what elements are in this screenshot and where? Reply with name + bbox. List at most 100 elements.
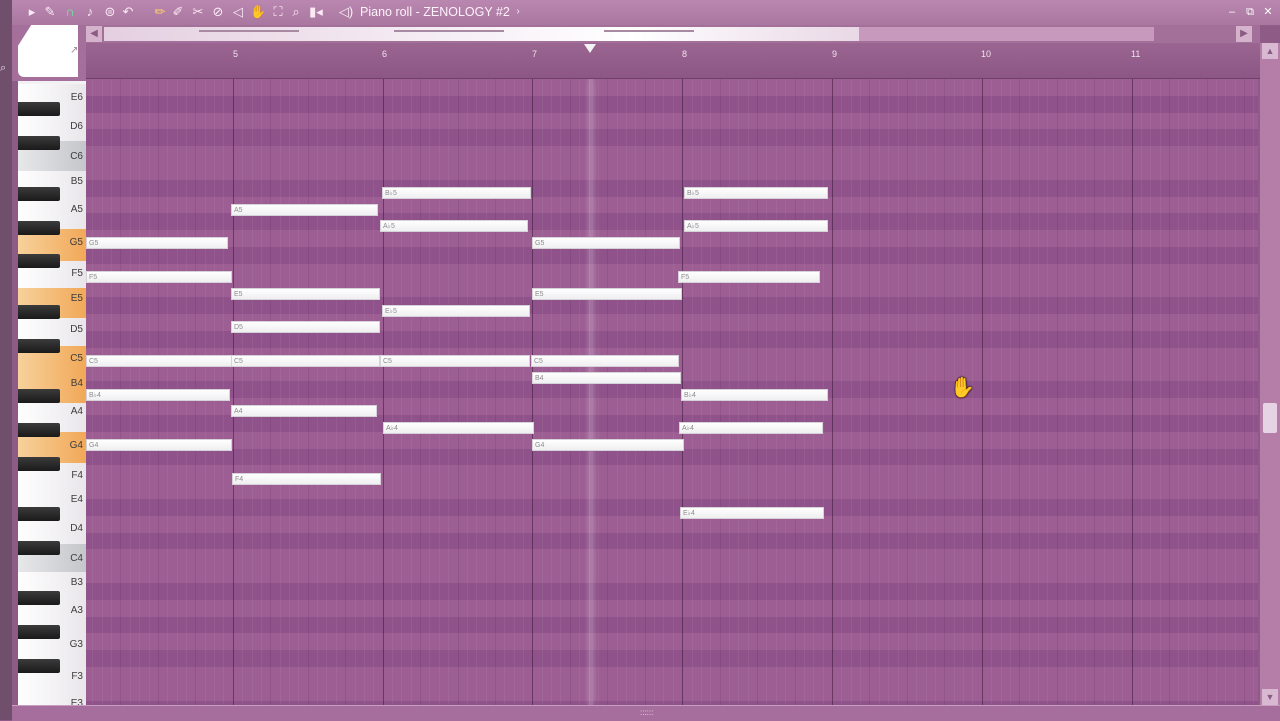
grid-line: [878, 79, 880, 705]
note[interactable]: B4: [532, 372, 681, 384]
scroll-thumb[interactable]: [104, 27, 859, 41]
bar-number: 7: [532, 49, 538, 59]
grid-line: [1056, 79, 1058, 705]
playhead-marker[interactable]: [584, 44, 596, 53]
delete-icon[interactable]: ✂: [190, 4, 206, 20]
chevron-right-icon[interactable]: ›: [510, 4, 526, 20]
black-key[interactable]: [18, 136, 60, 150]
black-key[interactable]: [18, 591, 60, 605]
horizontal-scrollbar[interactable]: ◀ ▶: [86, 25, 1260, 43]
select-icon[interactable]: ⛶: [270, 4, 286, 20]
grid-line: [1131, 79, 1133, 705]
note[interactable]: E5: [231, 288, 380, 300]
timeline-ruler[interactable]: 5 6 7 8 9 10 11: [86, 43, 1260, 79]
note-grid[interactable]: G5 F5 C5 B♭4 G4 A5 E5 D5 C5 A4 F4 B♭5 A♭…: [86, 79, 1258, 705]
note[interactable]: F5: [678, 271, 820, 283]
resize-arrow-icon[interactable]: ↗: [70, 45, 78, 56]
note[interactable]: C5: [380, 355, 530, 367]
wrench-icon[interactable]: ✎: [42, 4, 58, 20]
note[interactable]: A♭4: [679, 422, 823, 434]
scroll-left-button[interactable]: ◀: [86, 26, 102, 42]
black-key[interactable]: [18, 102, 60, 116]
brush-icon[interactable]: ✐: [170, 4, 186, 20]
pencil-icon[interactable]: ✏: [152, 4, 168, 20]
grid-line: [251, 79, 253, 705]
restore-button[interactable]: ⧉: [1242, 4, 1258, 20]
note[interactable]: F5: [86, 271, 232, 283]
window-title: Piano roll - ZENOLOGY #2: [360, 5, 510, 19]
bar-number: 8: [682, 49, 688, 59]
grid-line: [391, 79, 393, 705]
grid-line: [635, 79, 637, 705]
grid-line: [1197, 79, 1199, 705]
grid-line: [1215, 79, 1217, 705]
grid-line: [597, 79, 599, 705]
grid-line: [616, 79, 618, 705]
piano-key[interactable]: E3: [18, 695, 86, 705]
black-key[interactable]: [18, 625, 60, 639]
note[interactable]: G5: [532, 237, 680, 249]
note[interactable]: G4: [532, 439, 684, 451]
black-key[interactable]: [18, 221, 60, 235]
note-icon[interactable]: ♪: [82, 4, 98, 20]
grid-line: [991, 79, 993, 705]
note[interactable]: A5: [231, 204, 378, 216]
note[interactable]: E5: [532, 288, 682, 300]
zoom-icon[interactable]: ⌕: [288, 4, 304, 20]
scroll-right-button[interactable]: ▶: [1236, 26, 1252, 42]
play-arrow-icon[interactable]: ▸: [24, 4, 40, 20]
black-key[interactable]: [18, 457, 60, 471]
grid-line: [448, 79, 450, 705]
scroll-up-button[interactable]: ▲: [1262, 43, 1278, 59]
grid-line: [513, 79, 515, 705]
slip-icon[interactable]: ✋: [250, 4, 266, 20]
note[interactable]: B♭5: [382, 187, 531, 199]
piano-keyboard[interactable]: E6 D6 C6 B5 A5 G5 F5 E5 D5 C5 B4 A4 G4 F…: [18, 81, 86, 705]
scroll-track[interactable]: [104, 27, 1154, 41]
black-key[interactable]: [18, 541, 60, 555]
note[interactable]: G5: [86, 237, 228, 249]
minimize-button[interactable]: –: [1224, 4, 1240, 20]
black-key[interactable]: [18, 187, 60, 201]
note[interactable]: A♭5: [684, 220, 828, 232]
grid-line: [860, 79, 862, 705]
vertical-scrollbar[interactable]: ▲ ▼: [1260, 43, 1280, 705]
note[interactable]: B♭4: [86, 389, 230, 401]
menu-icon[interactable]: ⊜: [102, 4, 118, 20]
note[interactable]: E♭5: [382, 305, 530, 317]
grid-line: [1084, 79, 1086, 705]
black-key[interactable]: [18, 507, 60, 521]
note[interactable]: F4: [232, 473, 381, 485]
left-edge-panel: ⌕: [0, 0, 12, 720]
vertical-scroll-thumb[interactable]: [1263, 403, 1277, 433]
black-key[interactable]: [18, 305, 60, 319]
black-key[interactable]: [18, 423, 60, 437]
slice-icon[interactable]: ◁: [230, 4, 246, 20]
grid-line: [1019, 79, 1021, 705]
note[interactable]: G4: [86, 439, 232, 451]
note[interactable]: A♭4: [383, 422, 534, 434]
note[interactable]: A♭5: [380, 220, 528, 232]
black-key[interactable]: [18, 659, 60, 673]
magnet-icon[interactable]: ∩: [62, 4, 78, 20]
event-editor-splitter[interactable]: ::::::: [12, 705, 1280, 721]
note[interactable]: A4: [231, 405, 377, 417]
black-key[interactable]: [18, 254, 60, 268]
mute-icon[interactable]: ⊘: [210, 4, 226, 20]
close-button[interactable]: ✕: [1260, 4, 1276, 20]
undo-icon[interactable]: ↶: [120, 4, 136, 20]
black-key[interactable]: [18, 389, 60, 403]
speaker-icon[interactable]: ◁): [338, 4, 354, 20]
note[interactable]: C5: [531, 355, 679, 367]
black-key[interactable]: [18, 339, 60, 353]
scroll-down-button[interactable]: ▼: [1262, 689, 1278, 705]
note[interactable]: C5: [86, 355, 234, 367]
note[interactable]: E♭4: [680, 507, 824, 519]
note[interactable]: C5: [231, 355, 380, 367]
splitter-grip-icon[interactable]: ::::::: [640, 708, 653, 717]
note[interactable]: D5: [231, 321, 380, 333]
search-icon[interactable]: ⌕: [0, 62, 10, 76]
note[interactable]: B♭5: [684, 187, 828, 199]
playback-icon[interactable]: ▮◂: [308, 4, 324, 20]
note[interactable]: B♭4: [681, 389, 828, 401]
